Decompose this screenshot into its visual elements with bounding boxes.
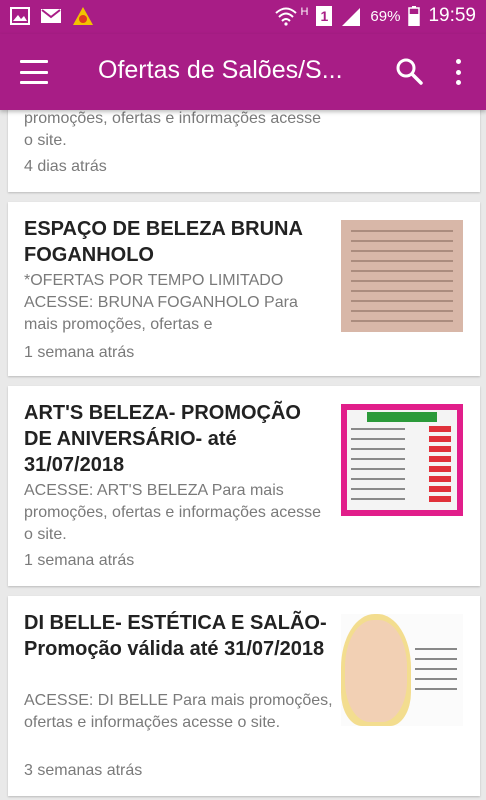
item-timestamp: 4 dias atrás — [24, 158, 107, 175]
status-bar: H 1 69% 19:59 — [0, 0, 486, 34]
item-summary: ACESSE: ART'S BELEZA Para mais promoções… — [24, 482, 322, 543]
item-title: ESPAÇO DE BELEZA BRUNA FOGANHOLO — [24, 218, 303, 266]
search-icon[interactable] — [394, 56, 424, 86]
app-alert-icon — [73, 7, 93, 25]
app-bar: Ofertas de Salões/S... — [0, 34, 486, 110]
item-summary: promoções, ofertas e informações acesse … — [24, 110, 322, 149]
item-summary: ACESSE: DI BELLE Para mais promoções, of… — [24, 692, 333, 731]
network-type: H — [300, 6, 309, 18]
list-item[interactable]: promoções, ofertas e informações acesse … — [8, 110, 480, 192]
item-thumbnail[interactable] — [341, 614, 463, 726]
item-title: ART'S BELEZA- PROMOÇÃO DE ANIVERSÁRIO- a… — [24, 402, 301, 476]
wifi-icon — [275, 7, 298, 26]
battery-icon — [408, 6, 421, 26]
item-timestamp: 3 semanas atrás — [24, 762, 143, 779]
list-item[interactable]: DI BELLE- ESTÉTICA E SALÃO- Promoção vál… — [8, 596, 480, 796]
item-timestamp: 1 semana atrás — [24, 552, 135, 569]
notification-icons — [10, 6, 94, 26]
gallery-icon — [10, 7, 30, 25]
item-timestamp: 1 semana atrás — [24, 344, 135, 361]
clock: 19:59 — [428, 5, 476, 26]
system-status: H 1 69% 19:59 — [274, 5, 476, 27]
gmail-icon — [41, 9, 61, 23]
page-title: Ofertas de Salões/S... — [98, 56, 343, 84]
list-item[interactable]: ESPAÇO DE BELEZA BRUNA FOGANHOLO *OFERTA… — [8, 202, 480, 376]
battery-percent: 69% — [370, 7, 401, 25]
sim-slot-badge: 1 — [316, 6, 333, 26]
signal-icon — [342, 8, 361, 26]
list-item[interactable]: ART'S BELEZA- PROMOÇÃO DE ANIVERSÁRIO- a… — [8, 386, 480, 586]
menu-icon[interactable] — [18, 58, 50, 86]
item-thumbnail[interactable] — [341, 220, 463, 332]
offers-feed: promoções, ofertas e informações acesse … — [0, 110, 486, 800]
more-vert-icon[interactable] — [448, 56, 468, 88]
item-summary: *OFERTAS POR TEMPO LIMITADO ACESSE: BRUN… — [24, 272, 298, 333]
item-thumbnail[interactable] — [341, 404, 463, 516]
item-title: DI BELLE- ESTÉTICA E SALÃO- Promoção vál… — [24, 612, 327, 660]
